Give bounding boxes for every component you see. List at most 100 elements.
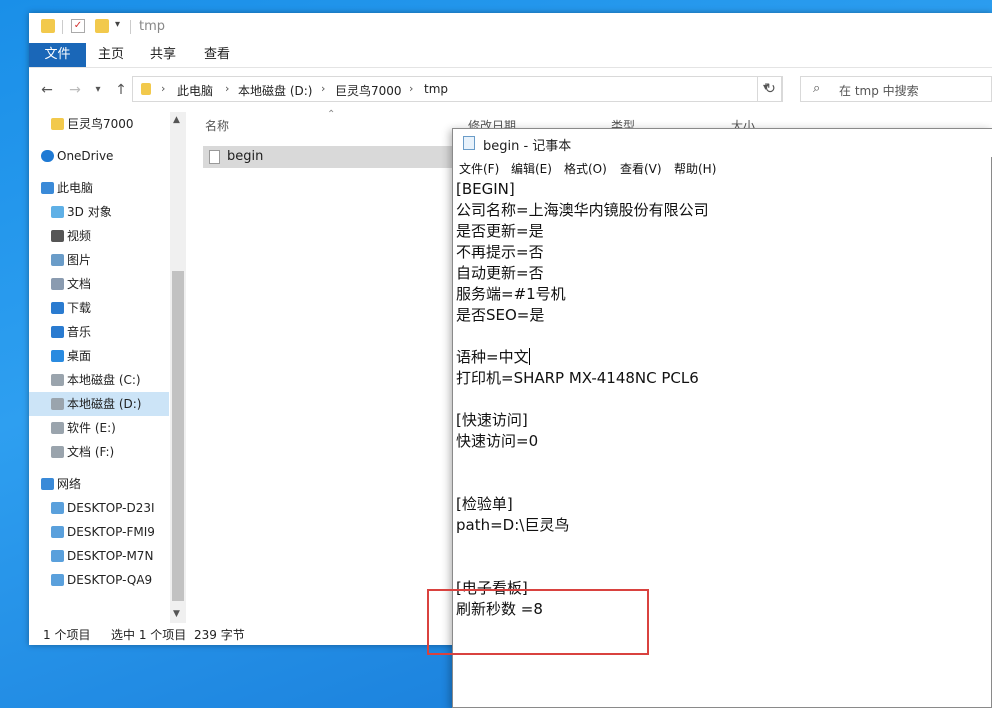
status-selected-size: 239 字节 [194,628,245,642]
address-row: ← → ▾ ↑ › 此电脑 › 本地磁盘 (D:) › 巨灵鸟7000 › tm… [29,68,992,112]
chevron-right-icon[interactable]: › [321,82,325,95]
nav-item-label: 文档 (F:) [67,445,115,459]
text-line [456,326,709,347]
nav-item[interactable]: DESKTOP-FMI9 [29,520,169,544]
address-bar[interactable]: › 此电脑 › 本地磁盘 (D:) › 巨灵鸟7000 › tmp ▾ [132,76,782,102]
annotation-highlight-box [427,589,649,655]
tab-view[interactable]: 查看 [197,43,237,67]
pc-icon [51,550,64,562]
chevron-right-icon[interactable]: › [225,82,229,95]
nav-item[interactable]: 此电脑 [29,176,169,200]
nav-item-label: DESKTOP-FMI9 [67,525,155,539]
column-header-name[interactable]: 名称 [205,117,229,134]
menu-file[interactable]: 文件(F) [459,160,499,177]
folder-icon [51,118,64,130]
properties-icon[interactable]: ✓ [71,19,85,33]
notepad-title: begin - 记事本 [483,139,572,154]
nav-item-label: 音乐 [67,325,92,339]
chevron-right-icon[interactable]: › [161,82,165,95]
text-line: [快速访问] [456,411,528,429]
menu-edit[interactable]: 编辑(E) [511,160,552,177]
nav-item-label: 本地磁盘 (D:) [67,397,142,411]
nav-item[interactable]: 下载 [29,296,169,320]
recent-dropdown-icon[interactable]: ▾ [89,81,107,99]
nav-item[interactable]: OneDrive [29,144,169,168]
nav-item[interactable]: 音乐 [29,320,169,344]
scroll-down-icon[interactable]: ▼ [173,609,180,619]
menu-view[interactable]: 查看(V) [620,160,662,177]
menu-help[interactable]: 帮助(H) [674,160,716,177]
nav-item[interactable]: 本地磁盘 (D:) [29,392,169,416]
tab-file[interactable]: 文件 [29,43,86,67]
picture-icon [51,254,64,266]
text-line [456,452,709,473]
pc-icon [51,502,64,514]
search-input[interactable]: ⌕ 在 tmp 中搜索 [800,76,992,102]
nav-item[interactable]: 本地磁盘 (C:) [29,368,169,392]
pc-icon [51,526,64,538]
menu-format[interactable]: 格式(O) [564,160,607,177]
text-line: [BEGIN] [456,180,515,198]
breadcrumb-tmp[interactable]: tmp [424,82,448,96]
text-caret [528,348,530,365]
text-line: 打印机=SHARP MX-4148NC PCL6 [456,369,699,387]
nav-scrollbar-thumb[interactable] [172,271,184,601]
search-icon: ⌕ [813,81,821,96]
nav-item[interactable]: 巨灵鸟7000 [29,112,169,136]
nav-item[interactable]: 文档 (F:) [29,440,169,464]
new-folder-icon[interactable] [95,19,109,33]
desktop-icon [51,350,64,362]
text-line: [检验单] [456,495,513,513]
nav-item-label: 巨灵鸟7000 [67,117,134,131]
status-selected-count: 选中 1 个项目 [111,628,187,642]
forward-arrow-icon[interactable]: → [66,81,84,99]
nav-item-label: 此电脑 [57,181,94,195]
breadcrumb-julingniao[interactable]: 巨灵鸟7000 [335,82,402,99]
nav-item[interactable]: DESKTOP-QA9 [29,568,169,592]
sort-ascending-icon: ⌃ [327,109,336,120]
nav-item[interactable]: 网络 [29,472,169,496]
breadcrumb-this-pc[interactable]: 此电脑 [177,82,213,99]
cloud-icon [41,150,54,162]
text-line: path=D:\巨灵鸟 [456,516,570,534]
nav-item-label: 图片 [67,253,92,267]
refresh-icon[interactable]: ↻ [757,76,783,102]
window-title: tmp [139,19,166,34]
nav-item[interactable]: 图片 [29,248,169,272]
breadcrumb-drive-d[interactable]: 本地磁盘 (D:) [238,82,312,99]
nav-item-label: 网络 [57,477,82,491]
text-line: 是否更新=是 [456,222,544,240]
nav-item-label: 本地磁盘 (C:) [67,373,141,387]
nav-item[interactable]: 视频 [29,224,169,248]
divider [130,20,131,34]
file-name[interactable]: begin [227,149,263,164]
nav-item[interactable]: 文档 [29,272,169,296]
text-line [456,389,709,410]
search-placeholder: 在 tmp 中搜索 [839,84,919,98]
nav-item[interactable]: DESKTOP-M7N [29,544,169,568]
text-line: 快速访问=0 [456,432,539,450]
network-icon [41,478,54,490]
back-arrow-icon[interactable]: ← [38,81,56,99]
nav-item[interactable]: DESKTOP-D23I [29,496,169,520]
notepad-text-area[interactable]: [BEGIN] 公司名称=上海澳华内镜股份有限公司 是否更新=是 不再提示=否 自动更新… [456,179,709,620]
text-line: 公司名称=上海澳华内镜股份有限公司 [456,201,709,219]
customize-quick-access-icon[interactable]: ▾ [115,19,120,30]
scroll-up-icon[interactable]: ▲ [173,115,180,125]
nav-item-label: DESKTOP-QA9 [67,573,153,587]
text-line: 自动更新=否 [456,264,544,282]
nav-item-label: DESKTOP-M7N [67,549,154,563]
chevron-right-icon[interactable]: › [409,82,413,95]
nav-item-label: 软件 (E:) [67,421,116,435]
nav-item-label: DESKTOP-D23I [67,501,155,515]
nav-item[interactable]: 桌面 [29,344,169,368]
tab-home[interactable]: 主页 [91,43,131,67]
nav-item[interactable]: 软件 (E:) [29,416,169,440]
pc-icon [51,574,64,586]
up-arrow-icon[interactable]: ↑ [112,81,130,99]
tab-share[interactable]: 共享 [143,43,183,67]
folder-icon [141,83,151,95]
nav-item[interactable]: 3D 对象 [29,200,169,224]
notepad-titlebar: begin - 记事本 [453,129,992,157]
text-line [456,473,709,494]
